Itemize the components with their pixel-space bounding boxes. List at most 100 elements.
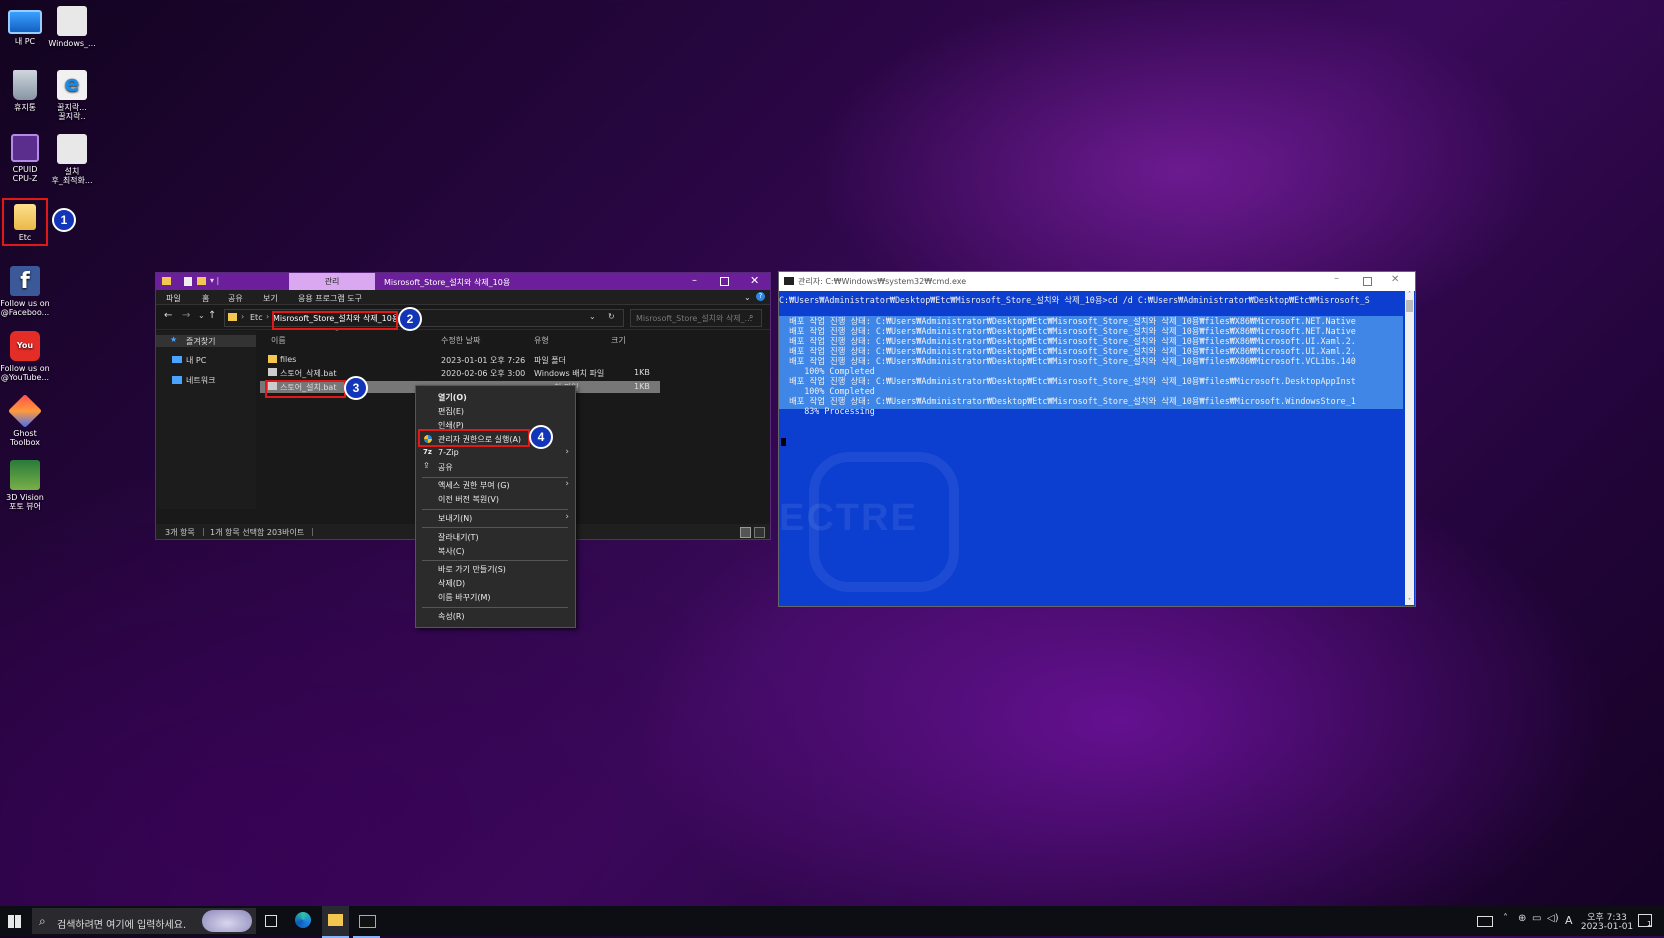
cpu-chip-icon [11, 134, 39, 162]
cmd-taskbar-button[interactable] [353, 906, 380, 938]
search-icon: ⌕ [39, 914, 46, 928]
facebook-icon: f [10, 266, 40, 296]
menu-separator [422, 607, 568, 608]
column-type[interactable]: 유형 [534, 335, 549, 346]
menu-item-delete[interactable]: 삭제(D) [438, 578, 465, 590]
breadcrumb-etc[interactable]: Etc [250, 313, 263, 322]
desktop-icon-cpuz[interactable]: CPUID CPU-Z [0, 134, 50, 183]
desktop-icon-setup[interactable]: 설치 후_최적화... [47, 134, 97, 185]
nav-item-my-pc[interactable]: 내 PC [186, 355, 206, 366]
new-folder-icon[interactable] [197, 277, 206, 285]
column-date[interactable]: 수정한 날짜 [441, 335, 480, 346]
desktop-icon-my-pc[interactable]: 내 PC [0, 6, 50, 46]
nav-item-network[interactable]: 네트워크 [186, 375, 215, 386]
ribbon-tab-file[interactable]: 파일 [166, 293, 181, 304]
task-view-icon[interactable] [265, 915, 277, 927]
keyboard-icon[interactable] [1477, 916, 1493, 927]
notification-count: 1 [1647, 920, 1652, 928]
file-size: 1KB [634, 368, 650, 377]
step-badge-4: 4 [529, 425, 553, 449]
ribbon-tab-share[interactable]: 공유 [228, 293, 243, 304]
volume-icon[interactable]: ◁) [1547, 913, 1559, 924]
quick-access-dropdown-icon[interactable]: ▾ | [210, 276, 219, 285]
maximize-button[interactable] [720, 277, 729, 286]
file-row[interactable]: files 2023-01-01 오후 7:26 파일 폴더 [260, 354, 660, 366]
ribbon-tab-home[interactable]: 홈 [202, 293, 209, 304]
cmd-titlebar[interactable]: 관리자: C:₩Windows₩system32₩cmd.exe – ✕ [779, 272, 1415, 291]
ime-indicator[interactable]: A [1565, 914, 1573, 927]
recent-dropdown-icon[interactable]: ⌄ [198, 311, 205, 320]
menu-item-give-access[interactable]: 액세스 권한 부여 (G) [438, 480, 510, 492]
ribbon-tab-view[interactable]: 보기 [263, 293, 278, 304]
scroll-up-icon[interactable]: ˄ [1405, 291, 1414, 298]
start-button[interactable] [8, 915, 21, 928]
desktop-icon-facebook[interactable]: f Follow us on @Faceboo... [0, 266, 50, 317]
network-icon[interactable]: ▭ [1532, 913, 1541, 924]
up-arrow-icon[interactable]: ↑ [208, 310, 216, 321]
menu-item-create-shortcut[interactable]: 바로 가기 만들기(S) [438, 564, 506, 576]
folder-icon [268, 355, 277, 363]
address-dropdown-icon[interactable]: ⌄ [589, 312, 596, 321]
desktop-icon-3d-vision[interactable]: 3D Vision 포토 뷰어 [0, 460, 50, 511]
menu-item-share[interactable]: 공유 [438, 462, 453, 474]
desktop-icon-youtube[interactable]: You Follow us on @YouTube... [0, 331, 50, 382]
ribbon-expand-icon[interactable]: ⌄ [744, 293, 751, 302]
menu-item-open[interactable]: 열기(O) [438, 392, 467, 404]
search-input[interactable]: Misrosoft_Store_설치와 삭제_... ⌕ [630, 309, 762, 327]
column-name[interactable]: 이름 [271, 335, 286, 346]
menu-separator [422, 527, 568, 528]
cmd-scrollbar[interactable]: ˄ ˅ [1405, 291, 1414, 605]
details-view-icon[interactable] [740, 527, 751, 538]
close-button[interactable]: ✕ [750, 274, 759, 287]
desktop-icon-ggulzirak[interactable]: e 꿀지락... 꿀지락.. [47, 70, 97, 121]
status-divider: | [202, 527, 205, 536]
desktop-icon-label: 설치 [64, 167, 80, 176]
close-button[interactable]: ✕ [1391, 274, 1399, 285]
submenu-arrow-icon: › [565, 447, 569, 457]
column-size[interactable]: 크기 [611, 335, 626, 346]
highlight-run-as-admin [418, 429, 530, 447]
menu-item-cut[interactable]: 잘라내기(T) [438, 532, 479, 544]
cmd-window: 관리자: C:₩Windows₩system32₩cmd.exe – ✕ ECT… [778, 271, 1416, 607]
submenu-arrow-icon: › [565, 479, 569, 489]
menu-item-restore-versions[interactable]: 이전 버전 복원(V) [438, 494, 499, 506]
edge-browser-icon[interactable] [295, 912, 311, 928]
internet-explorer-icon: e [57, 70, 87, 100]
menu-item-rename[interactable]: 이름 바꾸기(M) [438, 592, 491, 604]
desktop-icon-windows[interactable]: Windows_... [47, 6, 97, 48]
show-hidden-icons-icon[interactable]: ˄ [1503, 913, 1508, 924]
file-row[interactable]: 스토어_삭제.bat 2020-02-06 오후 3:00 Windows 배치… [260, 367, 660, 379]
minimize-button[interactable]: – [1334, 273, 1339, 284]
clock-date[interactable]: 2023-01-01 [1580, 922, 1634, 932]
onedrive-icon[interactable]: ⊕ [1518, 913, 1526, 924]
recycle-bin-icon [13, 70, 37, 100]
large-icons-view-icon[interactable] [754, 527, 765, 538]
share-icon: ⇪ [423, 461, 430, 470]
properties-icon[interactable] [184, 277, 192, 286]
forward-arrow-icon[interactable]: → [182, 310, 190, 321]
menu-item-properties[interactable]: 속성(R) [438, 611, 465, 623]
help-icon[interactable]: ? [756, 292, 765, 301]
explorer-titlebar[interactable]: ▾ | 관리 Misrosoft_Store_설치와 삭제_10용 – ✕ [156, 273, 770, 290]
desktop-icon-label: 휴지통 [13, 103, 37, 112]
scroll-thumb[interactable] [1406, 300, 1413, 312]
menu-item-send-to[interactable]: 보내기(N) [438, 513, 472, 525]
refresh-icon[interactable]: ↻ [608, 312, 615, 321]
minimize-button[interactable]: – [692, 275, 697, 286]
maximize-button[interactable] [1363, 277, 1372, 286]
desktop-icon-ghost-toolbox[interactable]: Ghost Toolbox [0, 394, 50, 447]
scroll-down-icon[interactable]: ˅ [1405, 598, 1414, 605]
manage-tab[interactable]: 관리 [289, 273, 375, 290]
desktop-icon-label: 3D Vision [6, 493, 44, 502]
taskbar-search-box[interactable]: ⌕ 검색하려면 여기에 입력하세요. [32, 908, 256, 934]
cmd-icon [784, 277, 794, 285]
file-explorer-taskbar-button[interactable] [322, 906, 349, 938]
ribbon-tab-app-tools[interactable]: 응용 프로그램 도구 [298, 293, 362, 304]
pc-icon [172, 356, 182, 363]
back-arrow-icon[interactable]: ← [164, 310, 172, 321]
breadcrumb-separator-icon: › [241, 312, 245, 321]
menu-item-7zip[interactable]: 7-Zip [438, 448, 459, 460]
menu-item-copy[interactable]: 복사(C) [438, 546, 465, 558]
desktop-icon-recycle-bin[interactable]: 휴지통 [0, 70, 50, 112]
menu-item-edit[interactable]: 편집(E) [438, 406, 464, 418]
